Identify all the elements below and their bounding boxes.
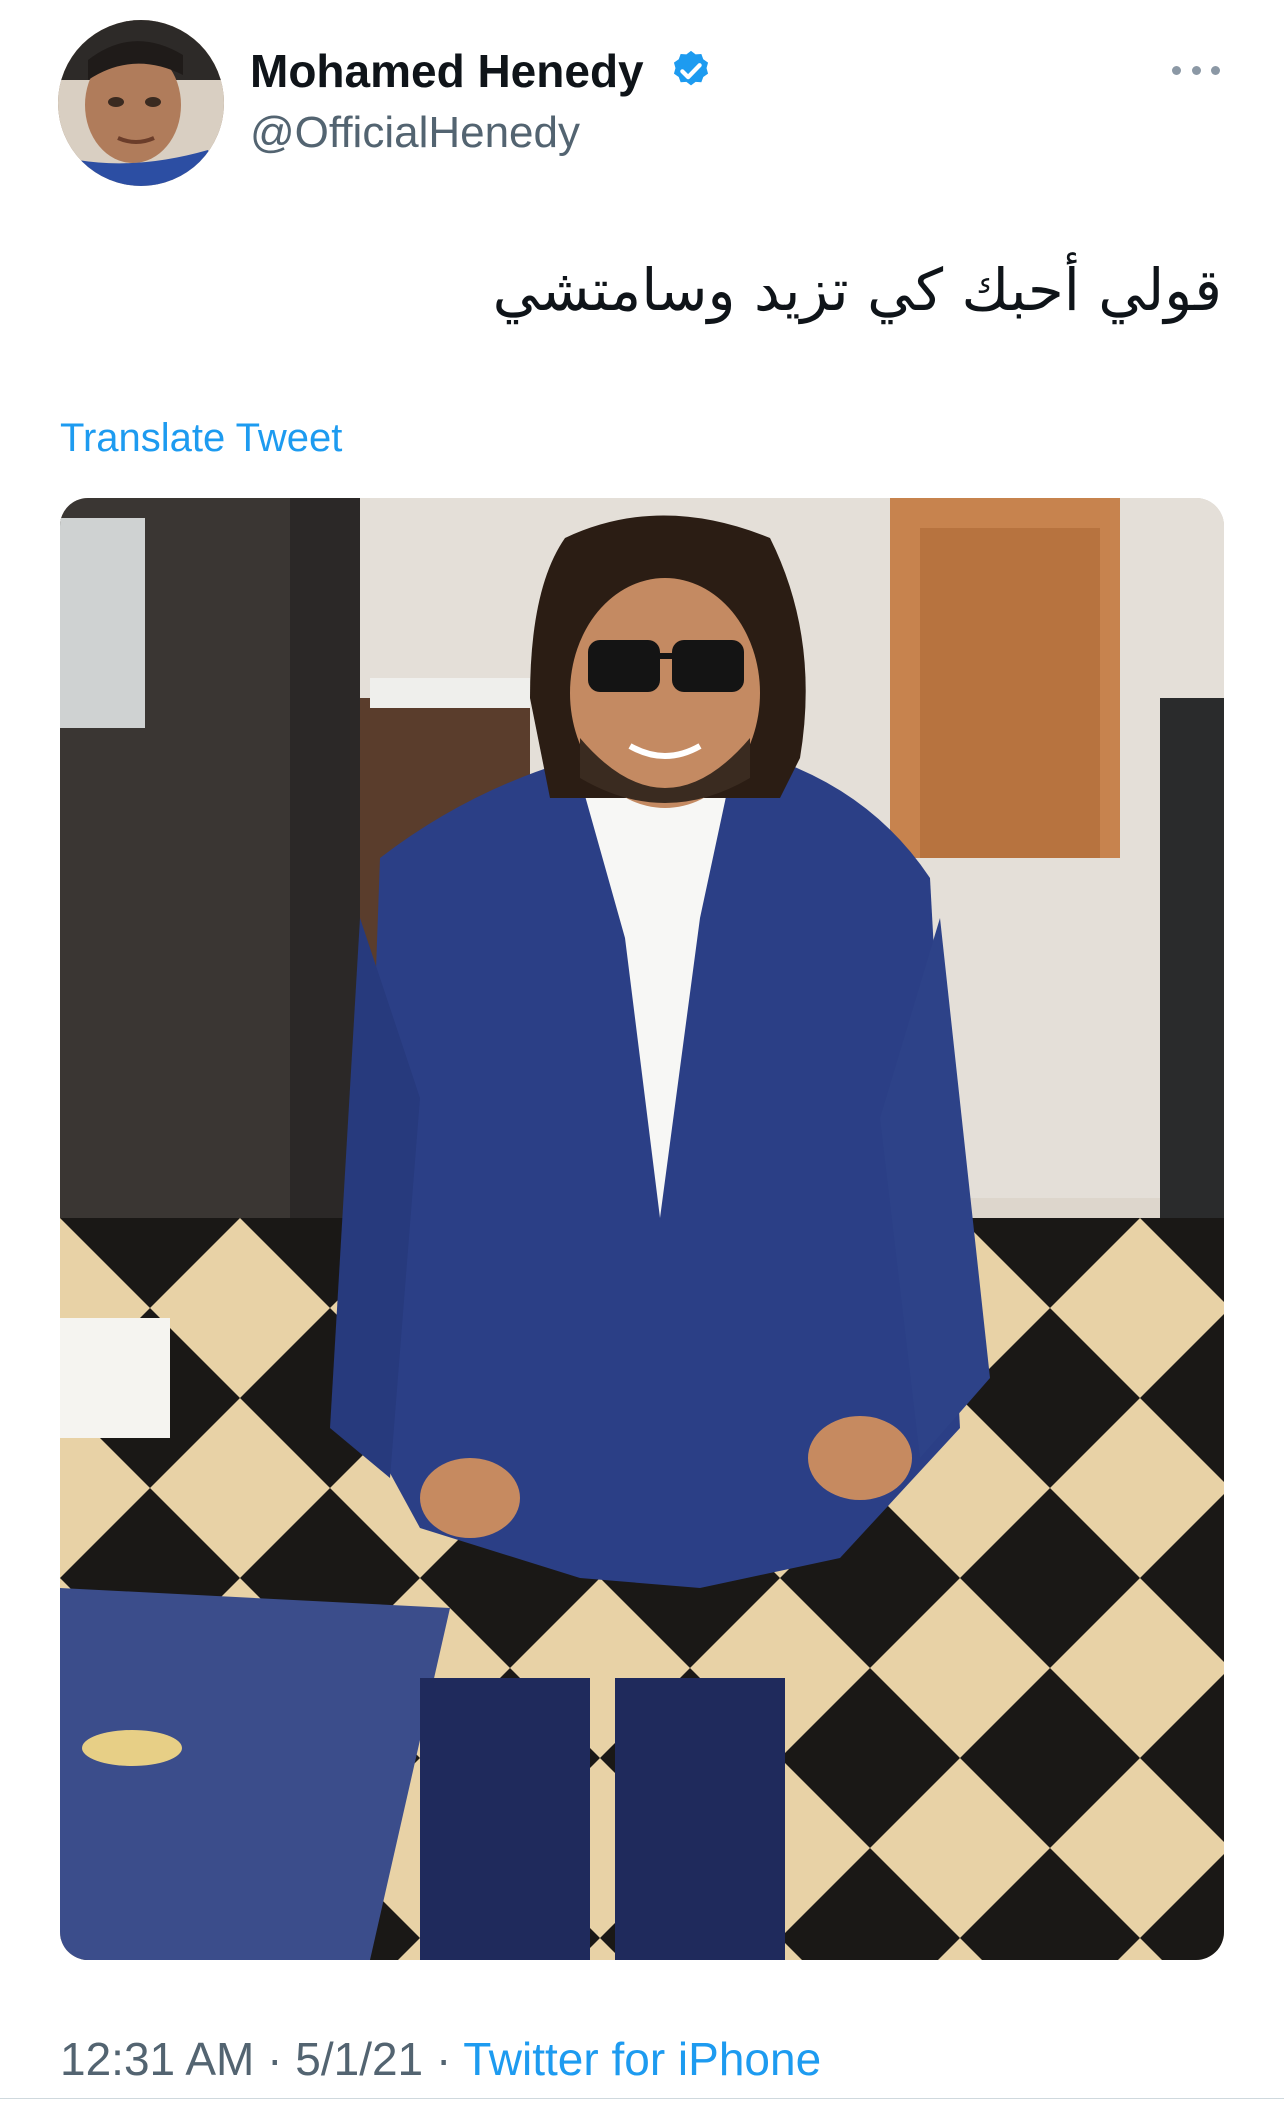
verified-badge-icon [673, 50, 709, 86]
tweet-text: قولي أحبك كي تزيد وسامتشي [492, 256, 1222, 324]
photo-man-in-blue-suit [60, 498, 1224, 1960]
translate-tweet-link[interactable]: Translate Tweet [60, 416, 342, 461]
avatar-image [58, 20, 224, 186]
meta-separator: · [435, 2033, 452, 2085]
author-display-name[interactable]: Mohamed Henedy [250, 44, 644, 98]
tweet-date[interactable]: 5/1/21 [295, 2033, 423, 2085]
author-handle[interactable]: @OfficialHenedy [250, 108, 580, 158]
tweet-time[interactable]: 12:31 AM [60, 2033, 254, 2085]
avatar[interactable] [58, 20, 224, 186]
tweet-photo[interactable] [60, 498, 1224, 1960]
tweet-meta: 12:31 AM · 5/1/21 · Twitter for iPhone [60, 2032, 821, 2086]
divider [0, 2098, 1284, 2099]
more-options-icon[interactable] [1172, 54, 1220, 86]
tweet-source-link[interactable]: Twitter for iPhone [463, 2033, 821, 2085]
meta-separator: · [267, 2033, 283, 2085]
